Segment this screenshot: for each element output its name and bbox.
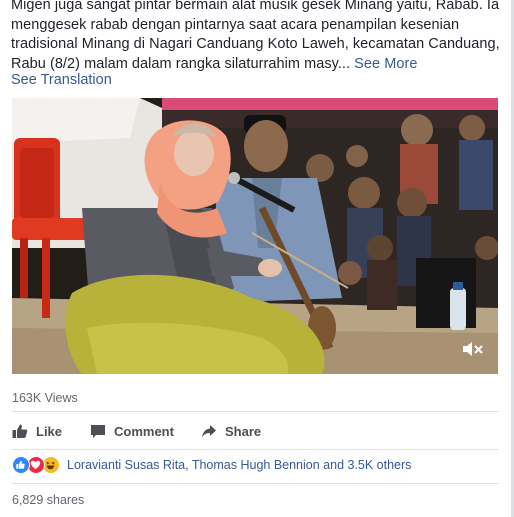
reactions-names-text[interactable]: Loravianti Susas Rita, Thomas Hugh Benni… (67, 458, 411, 472)
share-count[interactable]: 6,829 shares (12, 493, 84, 507)
facebook-video-post: Migen juga sangat pintar bermain alat mu… (0, 0, 514, 517)
divider (12, 483, 498, 484)
share-button[interactable]: Share (201, 420, 261, 442)
comment-label: Comment (114, 423, 174, 439)
comment-bubble-icon (91, 425, 105, 438)
like-button[interactable]: Like (12, 420, 62, 442)
reactions-summary[interactable]: Loravianti Susas Rita, Thomas Hugh Benni… (12, 456, 411, 474)
video-player[interactable] (12, 98, 498, 374)
caption-line: menggesek rabab dengan pintarnya saat ac… (11, 16, 460, 33)
share-arrow-icon (202, 425, 216, 438)
caption-line: Migen juga sangat pintar bermain alat mu… (11, 0, 500, 13)
caption-line: tradisional Minang di Nagari Canduang Ko… (11, 36, 500, 52)
comment-button[interactable]: Comment (90, 420, 174, 442)
view-count: 163K Views (12, 391, 78, 405)
divider (12, 449, 498, 450)
see-more-link[interactable]: See More (354, 56, 417, 72)
post-caption: Migen juga sangat pintar bermain alat mu… (11, 0, 501, 74)
like-label: Like (36, 423, 63, 439)
mute-toggle-button[interactable] (462, 340, 484, 358)
caption-line-text: Rabu (8/2) malam dalam rangka silaturrah… (11, 55, 351, 72)
divider (12, 411, 498, 412)
thumbs-up-icon (12, 424, 28, 438)
post-actions-bar: Like Comment Share (12, 420, 498, 442)
share-label: Share (225, 423, 262, 439)
reaction-icons (12, 456, 61, 474)
speaker-muted-icon (463, 342, 483, 356)
see-translation-link[interactable]: See Translation (11, 72, 112, 88)
video-frame-image (12, 98, 498, 374)
like-reaction-icon (12, 456, 30, 474)
